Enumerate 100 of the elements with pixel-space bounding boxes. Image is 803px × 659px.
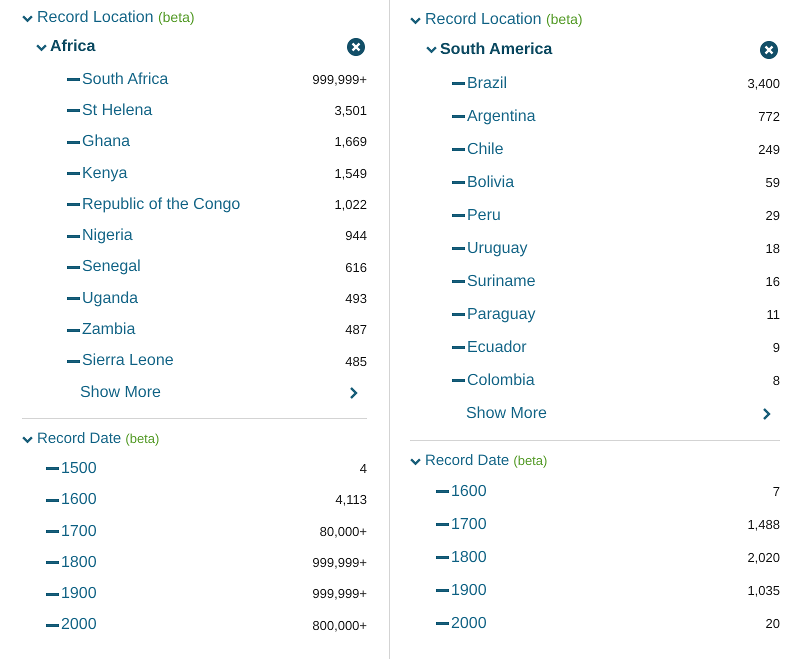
result-count: 1,488 — [747, 516, 780, 534]
dash-icon — [452, 82, 465, 85]
dash-icon — [452, 313, 465, 316]
facet-link[interactable]: 2000 — [436, 612, 487, 636]
facet-link[interactable]: Zambia — [67, 318, 136, 342]
facet-link[interactable]: 1500 — [46, 456, 97, 481]
result-count: 249 — [758, 140, 780, 159]
dash-icon — [67, 297, 80, 300]
facet-link[interactable]: Colombia — [452, 368, 535, 392]
facet-heading[interactable]: Record Date (beta) — [37, 428, 160, 451]
facet-link[interactable]: Brazil — [452, 72, 508, 96]
facet-link[interactable]: 1900 — [436, 578, 487, 602]
facet-heading[interactable]: Record Date (beta) — [425, 450, 548, 472]
facet-link[interactable]: Ghana — [67, 130, 130, 154]
result-count: 2,020 — [747, 548, 780, 567]
dash-icon — [436, 622, 449, 625]
dash-icon — [452, 115, 465, 118]
result-count: 1,035 — [747, 582, 780, 600]
dash-icon — [46, 561, 59, 564]
facet-link[interactable]: 1600 — [46, 488, 97, 512]
facet-link[interactable]: St Helena — [67, 98, 152, 123]
result-count: 999,999+ — [312, 554, 367, 572]
result-count: 4,113 — [335, 491, 367, 510]
result-count: 9 — [772, 338, 780, 357]
result-count: 493 — [345, 290, 367, 308]
result-count: 8 — [772, 372, 780, 390]
facet-link[interactable]: Bolivia — [452, 170, 514, 194]
result-count: 16 — [766, 272, 780, 291]
result-count: 944 — [345, 227, 367, 246]
facet-heading[interactable]: Record Location (beta) — [37, 6, 195, 30]
facet-link[interactable]: Nigeria — [67, 224, 133, 248]
facet-link[interactable]: Chile — [452, 138, 504, 162]
chevron-right-icon[interactable] — [762, 408, 772, 420]
dash-icon — [436, 523, 449, 526]
result-count: 4 — [360, 460, 367, 478]
result-count: 80,000+ — [320, 522, 367, 541]
dash-icon — [452, 346, 465, 349]
facet-link[interactable]: Paraguay — [452, 302, 536, 326]
region-heading[interactable]: Africa — [50, 35, 96, 59]
region-heading[interactable]: South America — [440, 38, 552, 62]
facet-link[interactable]: Sierra Leone — [67, 349, 174, 374]
result-count: 29 — [766, 206, 780, 225]
dash-icon — [67, 266, 80, 269]
dash-icon — [452, 214, 465, 217]
result-count: 7 — [772, 482, 780, 501]
result-count: 20 — [766, 614, 780, 633]
facet-heading[interactable]: Record Location (beta) — [425, 8, 583, 32]
facet-link[interactable]: 1900 — [46, 582, 97, 606]
dash-icon — [452, 379, 465, 382]
dash-icon — [67, 203, 80, 206]
result-count: 18 — [766, 240, 780, 258]
dash-icon — [67, 360, 80, 363]
facet-link[interactable]: Uruguay — [452, 236, 528, 260]
dash-icon — [67, 172, 80, 176]
facet-link[interactable]: Senegal — [67, 255, 141, 280]
facet-link[interactable]: 1800 — [46, 550, 97, 575]
result-count: 1,549 — [334, 164, 367, 183]
facet-link[interactable]: Suriname — [452, 270, 536, 294]
dash-icon — [46, 467, 59, 470]
facet-link[interactable]: Uganda — [67, 286, 138, 311]
result-count: 59 — [766, 174, 780, 192]
dash-icon — [452, 148, 465, 151]
dash-icon — [46, 624, 59, 627]
dash-icon — [436, 556, 449, 559]
dash-icon — [67, 140, 80, 144]
show-more-link[interactable]: Show More — [466, 402, 547, 426]
result-count: 999,999+ — [312, 585, 367, 604]
facet-link[interactable]: Peru — [452, 204, 501, 228]
result-count: 11 — [766, 306, 780, 324]
result-count: 3,501 — [334, 102, 367, 120]
facet-link[interactable]: Kenya — [67, 162, 128, 186]
chevron-right-icon[interactable] — [349, 386, 359, 399]
facet-link[interactable]: 1600 — [436, 480, 487, 504]
close-icon[interactable] — [760, 40, 778, 58]
dash-icon — [67, 328, 80, 332]
result-count: 485 — [345, 352, 367, 371]
result-count: 1,022 — [334, 196, 367, 214]
result-count: 1,669 — [334, 133, 367, 152]
result-count: 999,999+ — [312, 70, 367, 89]
facet-link[interactable]: 1700 — [436, 512, 487, 536]
facet-link[interactable]: Republic of the Congo — [67, 192, 240, 217]
close-icon[interactable] — [347, 38, 365, 56]
dash-icon — [46, 592, 59, 596]
dash-icon — [452, 280, 465, 283]
dash-icon — [436, 490, 449, 493]
result-count: 616 — [345, 258, 367, 277]
dash-icon — [67, 234, 80, 238]
show-more-link[interactable]: Show More — [80, 380, 161, 405]
facet-link[interactable]: 2000 — [46, 613, 97, 638]
dash-icon — [452, 247, 465, 250]
facet-link[interactable]: Argentina — [452, 104, 536, 128]
result-count: 487 — [345, 321, 367, 340]
dash-icon — [452, 181, 465, 184]
facet-link[interactable]: 1700 — [46, 520, 97, 544]
result-count: 800,000+ — [312, 616, 367, 635]
facet-link[interactable]: Ecuador — [452, 336, 527, 360]
facet-link[interactable]: 1800 — [436, 546, 487, 570]
result-count: 3,400 — [747, 74, 780, 93]
facet-link[interactable]: South Africa — [67, 68, 168, 92]
dash-icon — [67, 78, 80, 82]
